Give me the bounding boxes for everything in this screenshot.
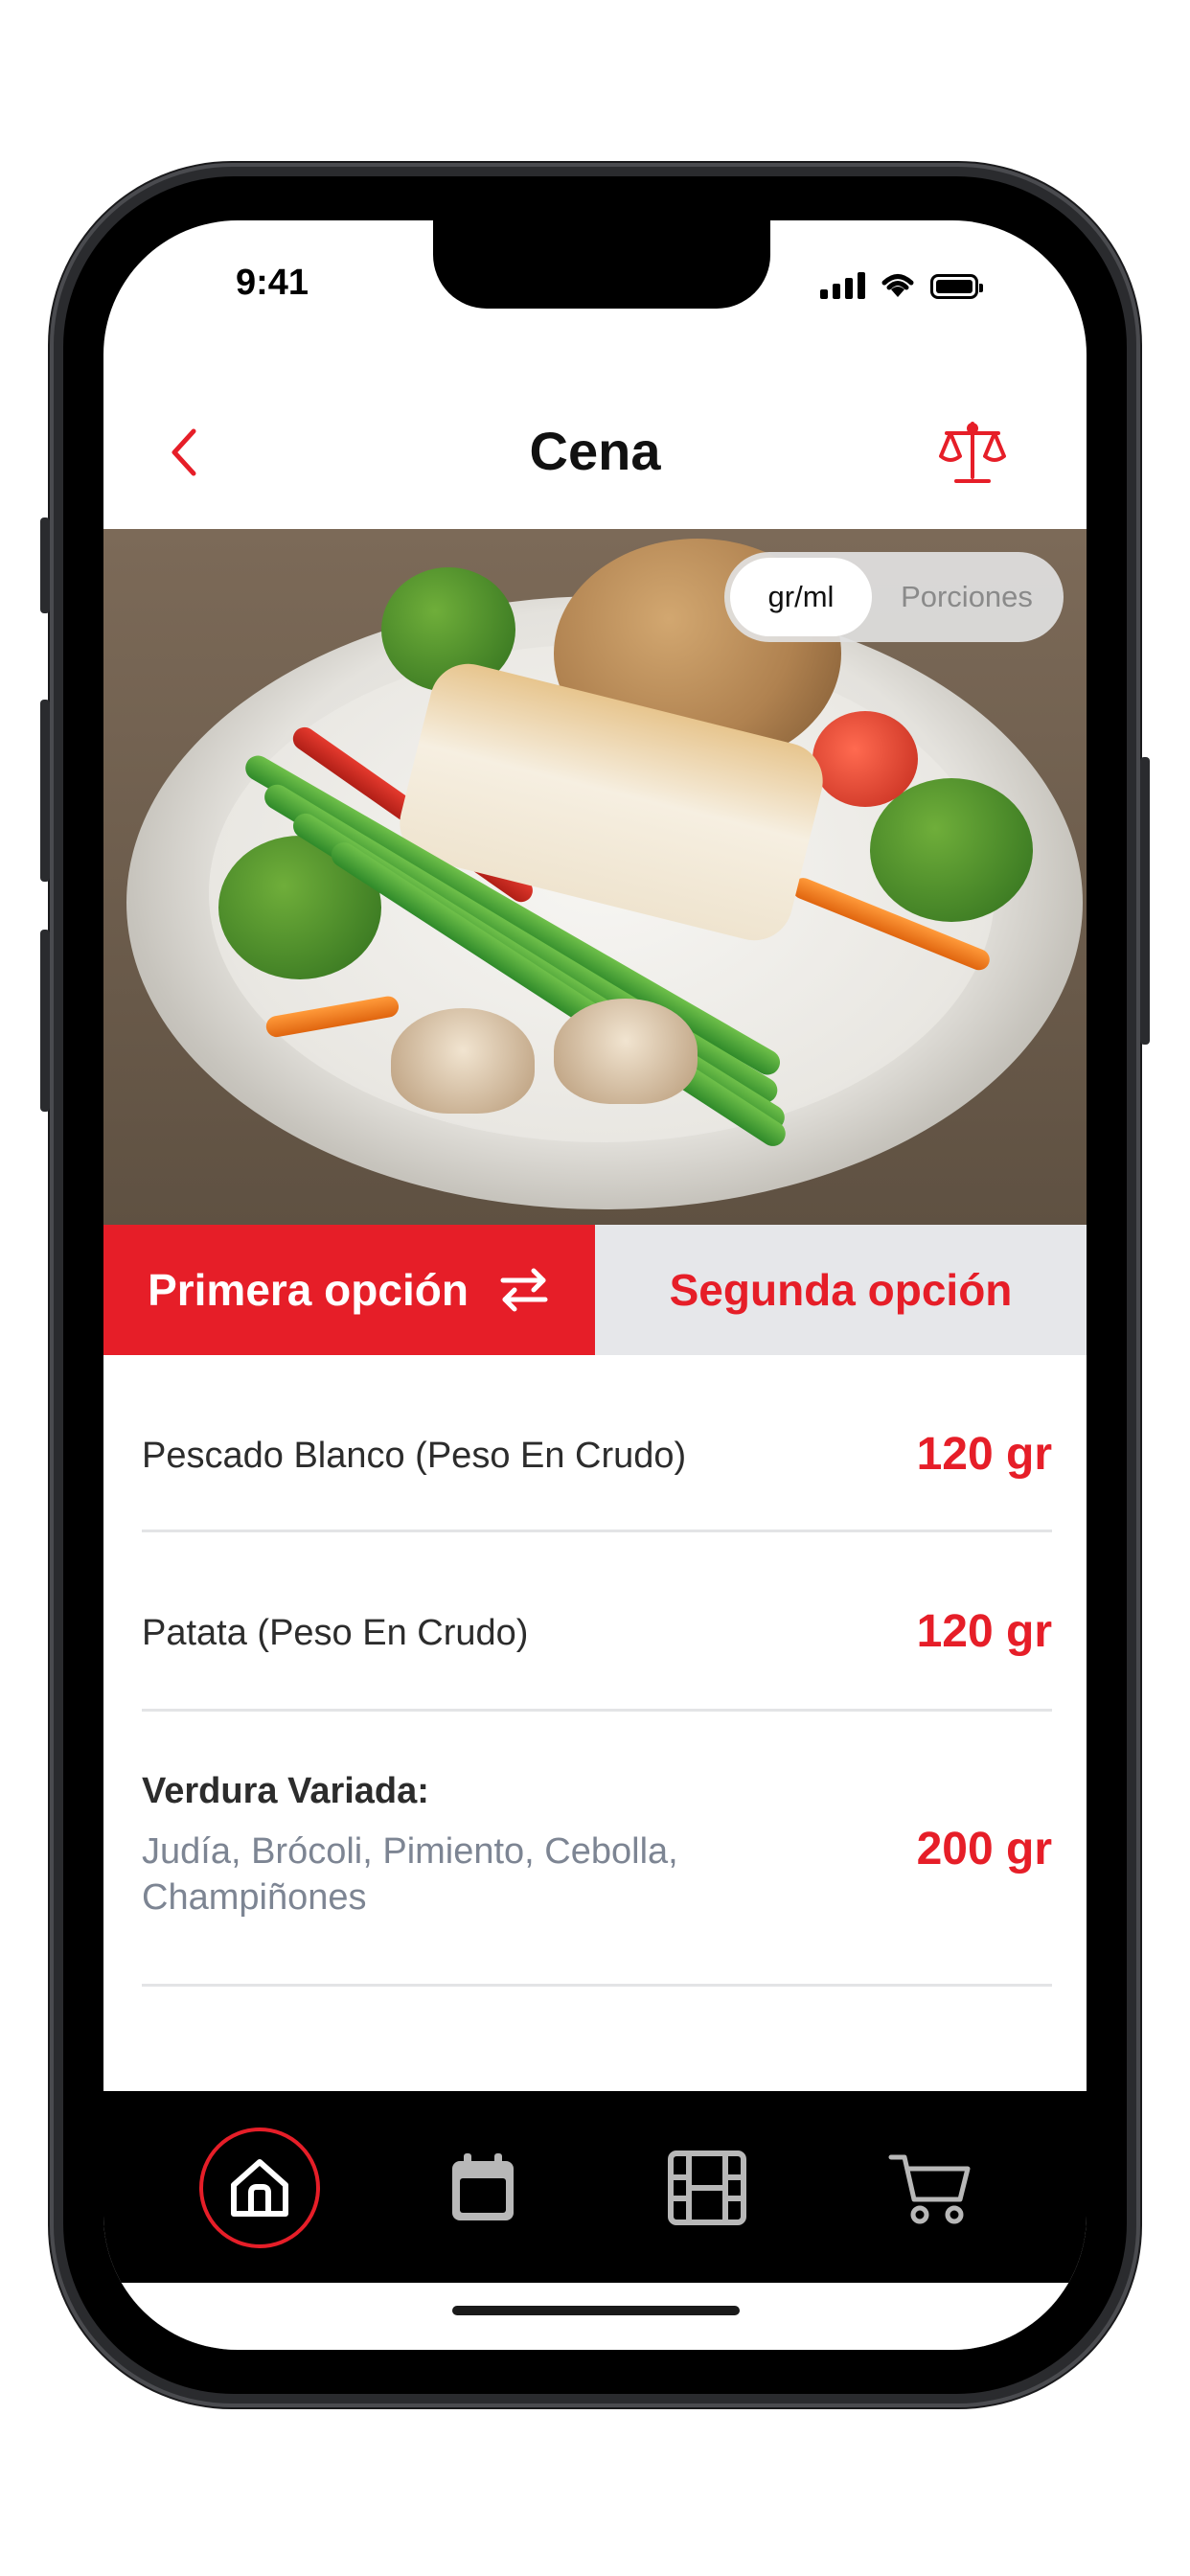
unit-option-grml[interactable]: gr/ml [730, 558, 872, 636]
app-header: Cena [103, 374, 1087, 518]
nav-home[interactable] [199, 2128, 320, 2248]
unit-toggle: gr/ml Porciones [724, 552, 1064, 642]
bottom-navigation [103, 2091, 1087, 2283]
tab-primera-opcion[interactable]: Primera opción [103, 1225, 595, 1355]
scale-icon[interactable] [937, 418, 1008, 489]
nav-videos[interactable] [647, 2128, 767, 2248]
tab-segunda-opcion[interactable]: Segunda opción [595, 1225, 1087, 1355]
list-item: Patata (Peso En Crudo) 120 gr [142, 1532, 1052, 1712]
unit-option-porciones[interactable]: Porciones [876, 558, 1058, 636]
meal-photo: gr/ml Porciones [103, 529, 1087, 1225]
ingredient-name: Patata (Peso En Crudo) [142, 1613, 529, 1653]
ingredient-list: Pescado Blanco (Peso En Crudo) 120 gr Pa… [142, 1355, 1052, 1987]
power-button [1140, 757, 1150, 1045]
ingredient-quantity: 200 gr [916, 1824, 1052, 1874]
home-icon [231, 2159, 288, 2217]
nav-cart[interactable] [870, 2128, 991, 2248]
ingredient-quantity: 120 gr [916, 1429, 1052, 1480]
home-indicator[interactable] [452, 2306, 740, 2315]
battery-icon [930, 274, 983, 299]
volume-down-button [40, 930, 50, 1112]
ingredient-quantity: 120 gr [916, 1606, 1052, 1657]
film-icon [668, 2150, 746, 2225]
app-screen: 9:41 Cena gr/ml Porciones Primera opción… [103, 220, 1087, 2350]
home-indicator-area [103, 2283, 1087, 2350]
calendar-icon [452, 2153, 514, 2220]
status-icons [820, 270, 983, 299]
list-item: Pescado Blanco (Peso En Crudo) 120 gr [142, 1355, 1052, 1532]
volume-up-button [40, 700, 50, 882]
ingredient-detail: Judía, Brócoli, Pimiento, Cebolla, Champ… [142, 1831, 678, 1918]
list-item: Verdura Variada: Judía, Brócoli, Pimient… [142, 1712, 1052, 1987]
option-tabs: Primera opción Segunda opción [103, 1225, 1087, 1355]
notch [433, 220, 770, 309]
ingredient-name: Verdura Variada: [142, 1771, 429, 1811]
nav-calendar[interactable] [423, 2128, 543, 2248]
cart-icon [888, 2154, 971, 2224]
wifi-icon [881, 274, 914, 297]
mute-switch [40, 518, 50, 613]
tab-label: Primera opción [148, 1265, 469, 1315]
status-time: 9:41 [236, 263, 309, 303]
ingredient-name: Pescado Blanco (Peso En Crudo) [142, 1436, 687, 1476]
swap-icon[interactable] [497, 1265, 551, 1315]
bottom-area [103, 2091, 1087, 2350]
cellular-signal-icon [820, 272, 865, 299]
tab-label: Segunda opción [669, 1265, 1013, 1315]
